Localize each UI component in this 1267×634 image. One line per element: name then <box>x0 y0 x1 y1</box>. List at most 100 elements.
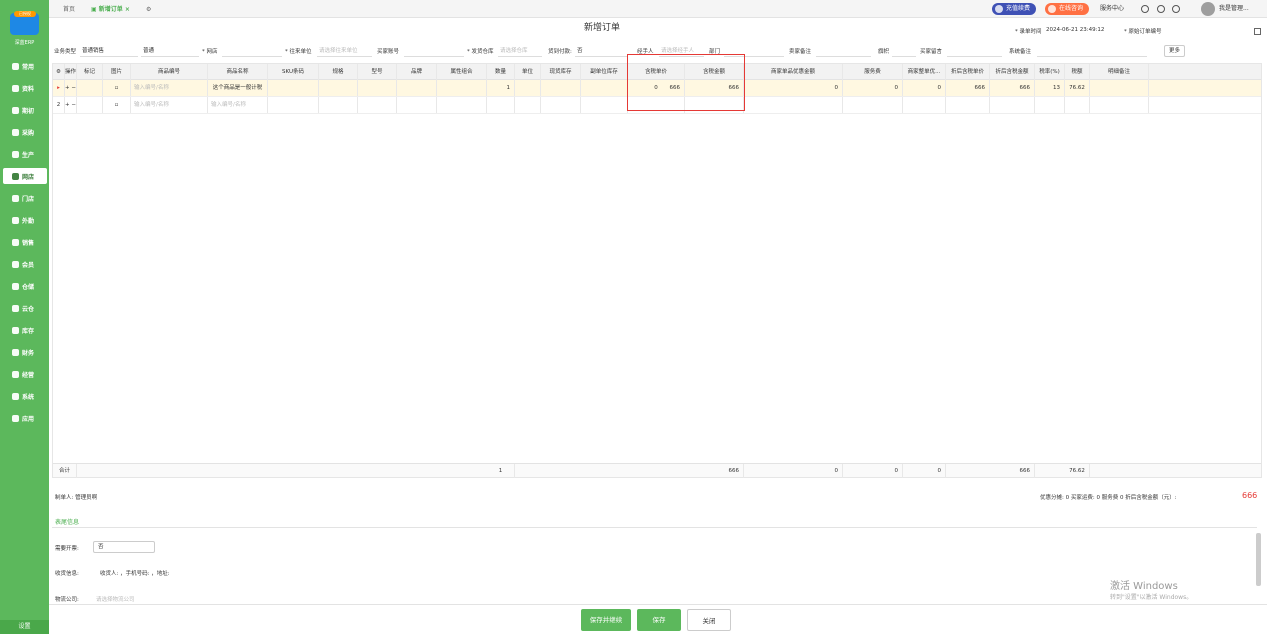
row-mark[interactable] <box>77 97 103 113</box>
sys-remark-input[interactable] <box>1037 45 1147 57</box>
edit-icon[interactable] <box>1254 28 1261 35</box>
sidebar-item-field[interactable]: 外勤 <box>3 212 47 228</box>
item-code-input[interactable]: 输入编号/名称 <box>131 97 208 113</box>
save-button[interactable]: 保存 <box>637 609 681 631</box>
avatar[interactable] <box>1201 2 1215 16</box>
user-menu[interactable]: 我是管理... <box>1219 3 1249 15</box>
empty-cell[interactable] <box>581 97 628 113</box>
row-mark[interactable] <box>77 80 103 96</box>
sidebar-item-factory[interactable]: 生产 <box>3 146 47 162</box>
image-placeholder-icon[interactable]: ▫ <box>103 80 131 96</box>
empty-cell[interactable] <box>268 97 319 113</box>
tab-new-order[interactable]: ▣ 新增订单 × <box>91 4 130 16</box>
service-fee-cell[interactable]: 0 <box>843 80 903 96</box>
shop-input[interactable] <box>222 45 282 57</box>
cloud-icon[interactable] <box>1141 5 1149 13</box>
more-button[interactable]: 更多 <box>1164 45 1186 57</box>
empty-cell[interactable] <box>515 97 541 113</box>
item-discount-cell[interactable]: 0 <box>744 80 843 96</box>
sidebar-item-warehouse[interactable]: 仓储 <box>3 278 47 294</box>
sidebar-item-system[interactable]: 系统 <box>3 388 47 404</box>
consult-button[interactable]: 在线咨询 <box>1045 3 1090 15</box>
sidebar-item-apps[interactable]: 应用 <box>3 410 47 426</box>
tab-settings-icon[interactable]: ⚙ <box>146 4 151 16</box>
sidebar-item-business[interactable]: 经营 <box>3 366 47 382</box>
logistics-input[interactable]: 请选择物流公司 <box>96 595 135 603</box>
biz-type-select[interactable]: 普通销售 <box>80 45 138 57</box>
column-header[interactable]: 属性组合 <box>437 64 487 80</box>
empty-cell[interactable] <box>541 97 581 113</box>
search-icon[interactable] <box>1157 5 1165 13</box>
buyer-msg-input[interactable] <box>947 45 1002 57</box>
seller-remark-input[interactable] <box>816 45 871 57</box>
column-header[interactable]: 商品编号 <box>131 64 208 80</box>
row-add-remove-buttons[interactable]: + − <box>65 80 77 96</box>
empty-cell[interactable] <box>946 97 990 113</box>
partner-input[interactable]: 请选择往来单位 <box>317 45 372 57</box>
sidebar-item-stock[interactable]: 库存 <box>3 322 47 338</box>
empty-cell[interactable] <box>397 97 437 113</box>
save-continue-button[interactable]: 保存并继续 <box>581 609 631 631</box>
empty-cell[interactable] <box>1090 80 1149 96</box>
invoice-select[interactable]: 否 <box>93 541 155 553</box>
sidebar-item-shop[interactable]: 网店 <box>3 168 47 184</box>
column-header[interactable]: 数量 <box>487 64 515 80</box>
image-placeholder-icon[interactable]: ▫ <box>103 97 131 113</box>
column-header[interactable]: 商品名称 <box>208 64 268 80</box>
empty-cell[interactable] <box>437 97 487 113</box>
column-header[interactable]: 折后含税单价 <box>946 64 990 80</box>
tax-cell[interactable]: 76.62 <box>1065 80 1090 96</box>
buyer-input[interactable] <box>404 45 464 57</box>
row-add-remove-buttons[interactable]: + − <box>65 97 77 113</box>
item-name-cell[interactable]: 这个商品是一般计税 <box>208 80 268 96</box>
column-header[interactable]: 明细备注 <box>1090 64 1149 80</box>
sidebar-item-store[interactable]: 门店 <box>3 190 47 206</box>
column-header[interactable]: SKU条码 <box>268 64 319 80</box>
order-time-value[interactable]: 2024-06-21 23:49:12 <box>1046 27 1104 33</box>
empty-cell[interactable] <box>1090 97 1149 113</box>
tab-home[interactable]: 首页 <box>63 4 75 16</box>
column-settings-icon[interactable]: ⚙ <box>53 64 65 80</box>
after-price-cell[interactable]: 666 <box>946 80 990 96</box>
column-header[interactable]: 税率(%) <box>1035 64 1065 80</box>
sidebar-item-gear[interactable]: 期初 <box>3 102 47 118</box>
recharge-button[interactable]: 充值续费 <box>992 3 1037 15</box>
sidebar-item-cloud[interactable]: 云仓 <box>3 300 47 316</box>
item-name-input[interactable]: 输入编号/名称 <box>208 97 268 113</box>
empty-cell[interactable] <box>437 80 487 96</box>
empty-cell[interactable] <box>744 97 843 113</box>
settings-button[interactable]: 设置 <box>0 620 49 634</box>
tax-rate-cell[interactable]: 13 <box>1035 80 1065 96</box>
after-amount-cell[interactable]: 666 <box>990 80 1035 96</box>
order-discount-cell[interactable]: 0 <box>903 80 946 96</box>
sidebar-item-database[interactable]: 资料 <box>3 80 47 96</box>
empty-cell[interactable] <box>990 97 1035 113</box>
column-header[interactable]: 现货库存 <box>541 64 581 80</box>
empty-cell[interactable] <box>358 80 397 96</box>
empty-cell[interactable] <box>319 80 358 96</box>
service-center-link[interactable]: 服务中心 <box>1100 3 1124 15</box>
sidebar-item-finance[interactable]: 财务 <box>3 344 47 360</box>
column-header[interactable]: 税额 <box>1065 64 1090 80</box>
item-code-input[interactable]: 输入编号/名称 <box>131 80 208 96</box>
column-header[interactable]: 单位 <box>515 64 541 80</box>
column-header[interactable]: 标记 <box>77 64 103 80</box>
normal-select[interactable]: 普通 <box>141 45 199 57</box>
column-header[interactable]: 品牌 <box>397 64 437 80</box>
column-header[interactable]: 商家整单优... <box>903 64 946 80</box>
column-header[interactable]: 服务费 <box>843 64 903 80</box>
column-header[interactable]: 图片 <box>103 64 131 80</box>
sidebar-item-sales[interactable]: 销售 <box>3 234 47 250</box>
bell-icon[interactable] <box>1172 5 1180 13</box>
sidebar-item-star[interactable]: 常用 <box>3 58 47 74</box>
empty-cell[interactable] <box>843 97 903 113</box>
empty-cell[interactable] <box>541 80 581 96</box>
column-header[interactable]: 规格 <box>319 64 358 80</box>
empty-cell[interactable] <box>397 80 437 96</box>
empty-cell[interactable] <box>903 97 946 113</box>
column-header[interactable]: 副单位库存 <box>581 64 628 80</box>
scrollbar[interactable] <box>1256 533 1261 586</box>
ship-wh-input[interactable]: 请选择仓库 <box>498 45 542 57</box>
column-header[interactable]: 操作 <box>65 64 77 80</box>
sidebar-item-cart[interactable]: 采购 <box>3 124 47 140</box>
